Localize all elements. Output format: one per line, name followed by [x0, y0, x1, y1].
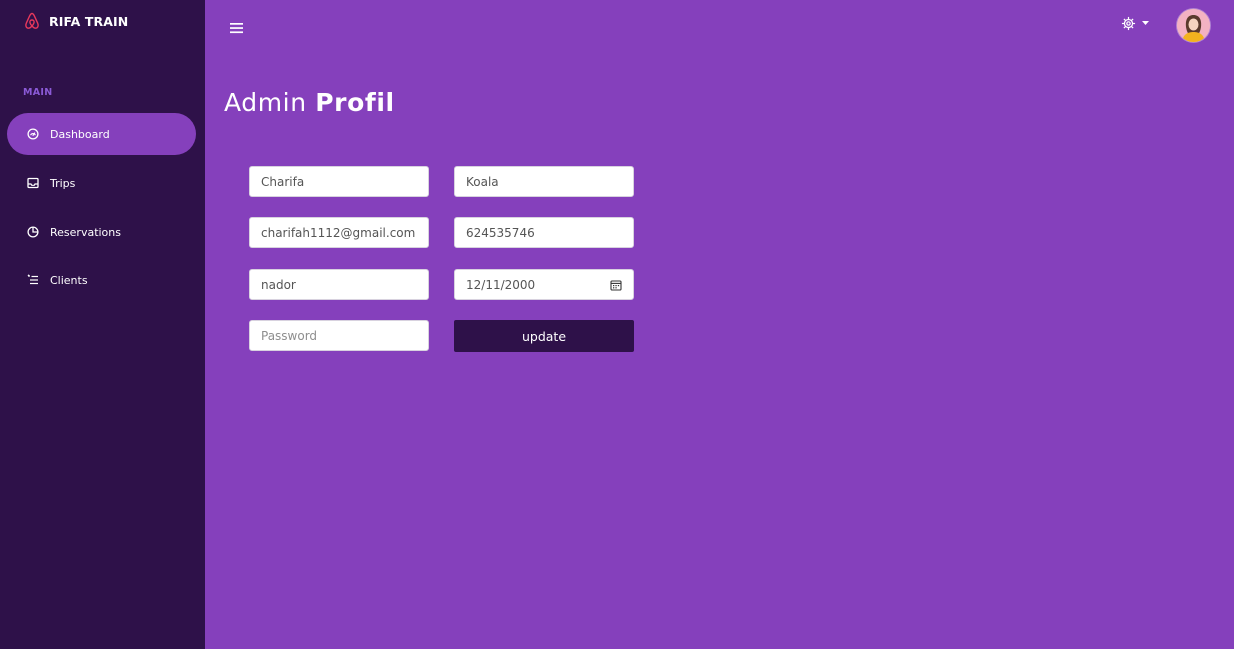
user-avatar[interactable]	[1177, 9, 1210, 42]
password-placeholder: Password	[261, 328, 318, 343]
birthdate-value: 12/11/2000	[466, 277, 536, 292]
airbnb-logo-icon	[24, 12, 40, 30]
list-icon	[27, 274, 39, 286]
hamburger-icon[interactable]	[230, 22, 244, 34]
page-title-strong: Profil	[315, 88, 395, 117]
settings-dropdown[interactable]	[1121, 15, 1149, 31]
sidebar-item-label: Trips	[50, 176, 76, 190]
pie-chart-icon	[27, 226, 39, 238]
password-field[interactable]: Password	[249, 320, 429, 351]
speedometer-icon	[27, 128, 39, 140]
sidebar-item-label: Reservations	[50, 225, 121, 239]
phone-value: 624535746	[466, 225, 535, 240]
birthdate-field[interactable]: 12/11/2000	[454, 269, 634, 300]
last-name-value: Koala	[466, 174, 499, 189]
email-value: charifah1112@gmail.com	[261, 225, 416, 240]
gear-icon	[1121, 16, 1136, 31]
caret-down-icon	[1142, 21, 1149, 25]
last-name-field[interactable]: Koala	[454, 166, 634, 197]
sidebar-section-main: MAIN	[23, 87, 53, 98]
first-name-field[interactable]: Charifa	[249, 166, 429, 197]
page-title: Admin Profil	[224, 88, 395, 117]
phone-field[interactable]: 624535746	[454, 217, 634, 248]
sidebar-item-reservations[interactable]: Reservations	[7, 211, 196, 253]
brand[interactable]: RIFA TRAIN	[24, 12, 128, 30]
sidebar-item-label: Dashboard	[50, 127, 110, 141]
city-value: nador	[261, 277, 296, 292]
sidebar-item-clients[interactable]: Clients	[7, 259, 196, 301]
sidebar-item-trips[interactable]: Trips	[7, 162, 196, 204]
city-field[interactable]: nador	[249, 269, 429, 300]
inbox-icon	[27, 177, 39, 189]
sidebar-item-label: Clients	[50, 273, 88, 287]
sidebar-item-dashboard[interactable]: Dashboard	[7, 113, 196, 155]
update-button[interactable]: update	[454, 320, 634, 352]
sidebar: RIFA TRAIN MAIN Dashboard Trips Reservat…	[0, 0, 205, 649]
email-field[interactable]: charifah1112@gmail.com	[249, 217, 429, 248]
first-name-value: Charifa	[261, 174, 305, 189]
page-title-prefix: Admin	[224, 88, 307, 117]
brand-name: RIFA TRAIN	[49, 13, 129, 29]
calendar-icon[interactable]	[610, 279, 622, 291]
